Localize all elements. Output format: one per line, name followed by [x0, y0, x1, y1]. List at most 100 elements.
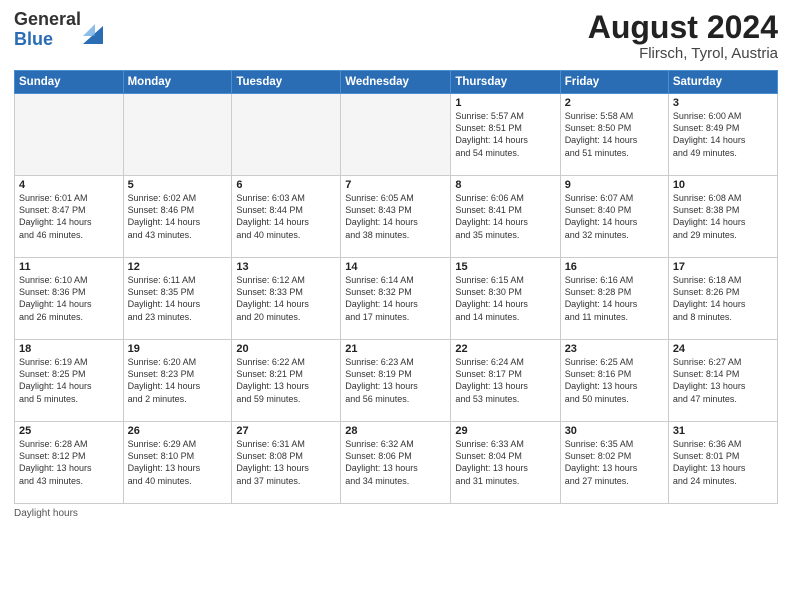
day-info: Sunrise: 6:22 AM Sunset: 8:21 PM Dayligh… — [236, 356, 336, 405]
day-info: Sunrise: 6:06 AM Sunset: 8:41 PM Dayligh… — [455, 192, 555, 241]
calendar-cell: 18Sunrise: 6:19 AM Sunset: 8:25 PM Dayli… — [15, 340, 124, 422]
day-info: Sunrise: 6:12 AM Sunset: 8:33 PM Dayligh… — [236, 274, 336, 323]
day-info: Sunrise: 6:31 AM Sunset: 8:08 PM Dayligh… — [236, 438, 336, 487]
calendar-cell — [15, 94, 124, 176]
col-monday: Monday — [123, 71, 232, 94]
calendar-cell: 25Sunrise: 6:28 AM Sunset: 8:12 PM Dayli… — [15, 422, 124, 504]
logo-blue-text: Blue — [14, 30, 81, 50]
footer-note: Daylight hours — [14, 508, 778, 519]
col-thursday: Thursday — [451, 71, 560, 94]
calendar-week-4: 25Sunrise: 6:28 AM Sunset: 8:12 PM Dayli… — [15, 422, 778, 504]
calendar-header-row: Sunday Monday Tuesday Wednesday Thursday… — [15, 71, 778, 94]
day-info: Sunrise: 6:00 AM Sunset: 8:49 PM Dayligh… — [673, 110, 773, 159]
calendar-cell: 30Sunrise: 6:35 AM Sunset: 8:02 PM Dayli… — [560, 422, 668, 504]
day-number: 2 — [565, 97, 664, 109]
day-info: Sunrise: 6:15 AM Sunset: 8:30 PM Dayligh… — [455, 274, 555, 323]
day-info: Sunrise: 6:16 AM Sunset: 8:28 PM Dayligh… — [565, 274, 664, 323]
day-info: Sunrise: 6:10 AM Sunset: 8:36 PM Dayligh… — [19, 274, 119, 323]
day-number: 29 — [455, 425, 555, 437]
month-year: August 2024 — [588, 10, 778, 45]
day-number: 15 — [455, 261, 555, 273]
day-number: 22 — [455, 343, 555, 355]
day-number: 23 — [565, 343, 664, 355]
day-info: Sunrise: 6:03 AM Sunset: 8:44 PM Dayligh… — [236, 192, 336, 241]
day-info: Sunrise: 6:33 AM Sunset: 8:04 PM Dayligh… — [455, 438, 555, 487]
calendar-week-1: 4Sunrise: 6:01 AM Sunset: 8:47 PM Daylig… — [15, 176, 778, 258]
calendar-cell: 17Sunrise: 6:18 AM Sunset: 8:26 PM Dayli… — [668, 258, 777, 340]
day-number: 12 — [128, 261, 228, 273]
calendar-cell: 10Sunrise: 6:08 AM Sunset: 8:38 PM Dayli… — [668, 176, 777, 258]
calendar-cell: 15Sunrise: 6:15 AM Sunset: 8:30 PM Dayli… — [451, 258, 560, 340]
day-number: 9 — [565, 179, 664, 191]
day-info: Sunrise: 6:27 AM Sunset: 8:14 PM Dayligh… — [673, 356, 773, 405]
header: General Blue August 2024 Flirsch, Tyrol,… — [14, 10, 778, 62]
day-number: 4 — [19, 179, 119, 191]
calendar-cell: 23Sunrise: 6:25 AM Sunset: 8:16 PM Dayli… — [560, 340, 668, 422]
col-wednesday: Wednesday — [341, 71, 451, 94]
calendar-cell: 7Sunrise: 6:05 AM Sunset: 8:43 PM Daylig… — [341, 176, 451, 258]
day-info: Sunrise: 6:20 AM Sunset: 8:23 PM Dayligh… — [128, 356, 228, 405]
calendar-cell — [341, 94, 451, 176]
day-info: Sunrise: 6:07 AM Sunset: 8:40 PM Dayligh… — [565, 192, 664, 241]
day-info: Sunrise: 6:32 AM Sunset: 8:06 PM Dayligh… — [345, 438, 446, 487]
day-number: 25 — [19, 425, 119, 437]
calendar-cell: 24Sunrise: 6:27 AM Sunset: 8:14 PM Dayli… — [668, 340, 777, 422]
day-number: 24 — [673, 343, 773, 355]
calendar-cell: 1Sunrise: 5:57 AM Sunset: 8:51 PM Daylig… — [451, 94, 560, 176]
day-number: 19 — [128, 343, 228, 355]
calendar-cell: 26Sunrise: 6:29 AM Sunset: 8:10 PM Dayli… — [123, 422, 232, 504]
day-info: Sunrise: 6:08 AM Sunset: 8:38 PM Dayligh… — [673, 192, 773, 241]
calendar-cell: 9Sunrise: 6:07 AM Sunset: 8:40 PM Daylig… — [560, 176, 668, 258]
calendar-cell: 29Sunrise: 6:33 AM Sunset: 8:04 PM Dayli… — [451, 422, 560, 504]
day-info: Sunrise: 6:19 AM Sunset: 8:25 PM Dayligh… — [19, 356, 119, 405]
calendar-cell — [232, 94, 341, 176]
day-info: Sunrise: 6:02 AM Sunset: 8:46 PM Dayligh… — [128, 192, 228, 241]
location: Flirsch, Tyrol, Austria — [588, 45, 778, 62]
day-number: 31 — [673, 425, 773, 437]
day-number: 5 — [128, 179, 228, 191]
day-number: 18 — [19, 343, 119, 355]
day-info: Sunrise: 5:57 AM Sunset: 8:51 PM Dayligh… — [455, 110, 555, 159]
calendar-cell: 5Sunrise: 6:02 AM Sunset: 8:46 PM Daylig… — [123, 176, 232, 258]
day-number: 6 — [236, 179, 336, 191]
day-info: Sunrise: 6:24 AM Sunset: 8:17 PM Dayligh… — [455, 356, 555, 405]
day-info: Sunrise: 6:36 AM Sunset: 8:01 PM Dayligh… — [673, 438, 773, 487]
calendar-cell: 8Sunrise: 6:06 AM Sunset: 8:41 PM Daylig… — [451, 176, 560, 258]
calendar-cell: 3Sunrise: 6:00 AM Sunset: 8:49 PM Daylig… — [668, 94, 777, 176]
logo-general-text: General — [14, 10, 81, 30]
day-info: Sunrise: 6:05 AM Sunset: 8:43 PM Dayligh… — [345, 192, 446, 241]
page: General Blue August 2024 Flirsch, Tyrol,… — [0, 0, 792, 612]
calendar: Sunday Monday Tuesday Wednesday Thursday… — [14, 70, 778, 504]
calendar-cell: 27Sunrise: 6:31 AM Sunset: 8:08 PM Dayli… — [232, 422, 341, 504]
calendar-week-0: 1Sunrise: 5:57 AM Sunset: 8:51 PM Daylig… — [15, 94, 778, 176]
day-info: Sunrise: 6:29 AM Sunset: 8:10 PM Dayligh… — [128, 438, 228, 487]
day-number: 10 — [673, 179, 773, 191]
day-number: 28 — [345, 425, 446, 437]
calendar-cell: 19Sunrise: 6:20 AM Sunset: 8:23 PM Dayli… — [123, 340, 232, 422]
day-number: 14 — [345, 261, 446, 273]
day-number: 30 — [565, 425, 664, 437]
day-number: 26 — [128, 425, 228, 437]
day-number: 3 — [673, 97, 773, 109]
day-info: Sunrise: 6:11 AM Sunset: 8:35 PM Dayligh… — [128, 274, 228, 323]
day-number: 27 — [236, 425, 336, 437]
col-saturday: Saturday — [668, 71, 777, 94]
calendar-cell: 31Sunrise: 6:36 AM Sunset: 8:01 PM Dayli… — [668, 422, 777, 504]
calendar-cell: 28Sunrise: 6:32 AM Sunset: 8:06 PM Dayli… — [341, 422, 451, 504]
calendar-cell: 16Sunrise: 6:16 AM Sunset: 8:28 PM Dayli… — [560, 258, 668, 340]
calendar-cell: 12Sunrise: 6:11 AM Sunset: 8:35 PM Dayli… — [123, 258, 232, 340]
day-info: Sunrise: 6:23 AM Sunset: 8:19 PM Dayligh… — [345, 356, 446, 405]
calendar-cell: 4Sunrise: 6:01 AM Sunset: 8:47 PM Daylig… — [15, 176, 124, 258]
title-block: August 2024 Flirsch, Tyrol, Austria — [588, 10, 778, 62]
calendar-cell: 11Sunrise: 6:10 AM Sunset: 8:36 PM Dayli… — [15, 258, 124, 340]
daylight-label: Daylight hours — [14, 508, 78, 519]
day-number: 21 — [345, 343, 446, 355]
day-number: 1 — [455, 97, 555, 109]
day-number: 7 — [345, 179, 446, 191]
day-number: 13 — [236, 261, 336, 273]
calendar-cell: 22Sunrise: 6:24 AM Sunset: 8:17 PM Dayli… — [451, 340, 560, 422]
day-info: Sunrise: 6:14 AM Sunset: 8:32 PM Dayligh… — [345, 274, 446, 323]
calendar-cell: 6Sunrise: 6:03 AM Sunset: 8:44 PM Daylig… — [232, 176, 341, 258]
logo-icon — [83, 16, 103, 44]
day-info: Sunrise: 6:35 AM Sunset: 8:02 PM Dayligh… — [565, 438, 664, 487]
